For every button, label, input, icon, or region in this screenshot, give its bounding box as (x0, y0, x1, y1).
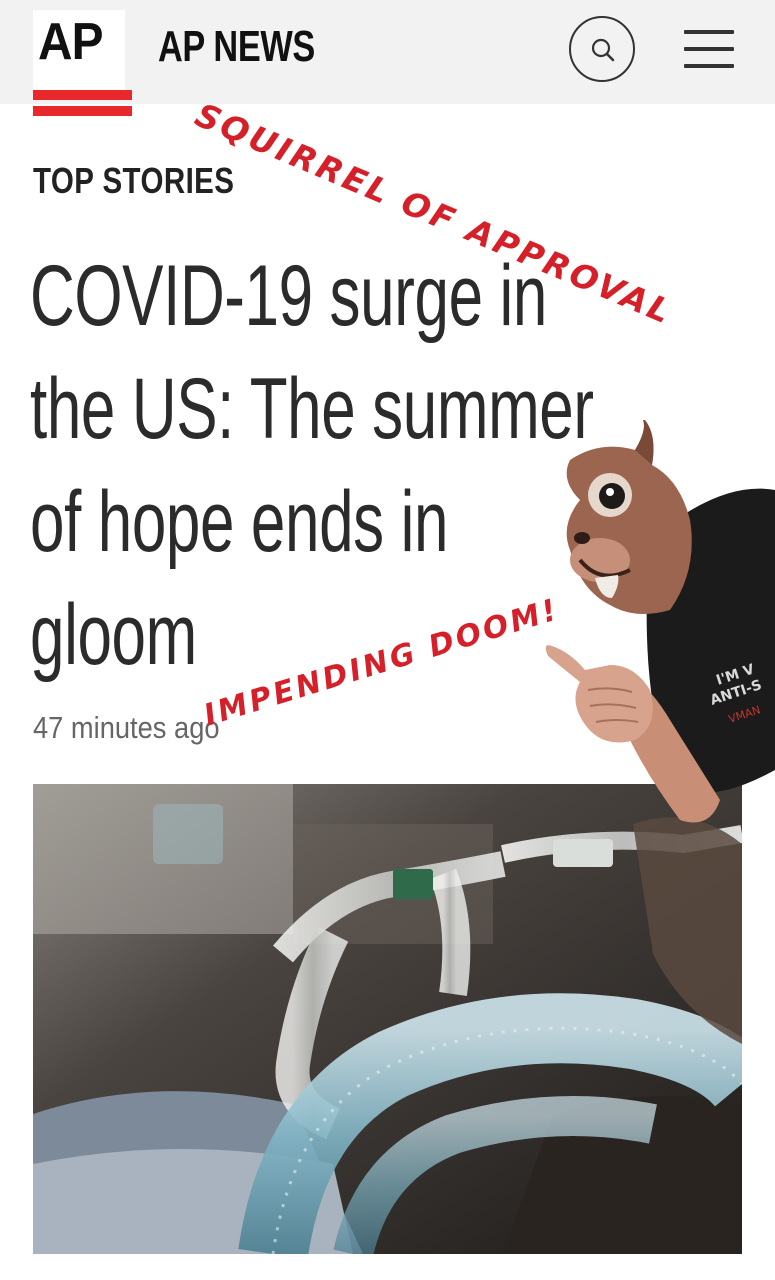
search-icon (591, 38, 615, 62)
logo-red-bar (33, 90, 132, 100)
hamburger-menu-icon (684, 30, 734, 34)
section-label[interactable]: TOP STORIES (33, 160, 234, 202)
ap-logo-text[interactable]: AP (38, 12, 104, 72)
hamburger-line (684, 64, 734, 68)
search-button[interactable] (569, 16, 635, 82)
hamburger-menu-button[interactable] (684, 30, 734, 70)
article-timestamp: 47 minutes ago (33, 710, 220, 745)
hamburger-line (684, 47, 734, 51)
article-photo[interactable] (33, 784, 742, 1254)
app-header: AP AP NEWS (0, 0, 775, 104)
ventilator-photo (33, 784, 742, 1254)
squirrel-mask-figure: I'M V ANTI-S VMAN (545, 420, 775, 823)
brand-name[interactable]: AP NEWS (158, 22, 315, 72)
logo-red-bar (33, 106, 132, 116)
